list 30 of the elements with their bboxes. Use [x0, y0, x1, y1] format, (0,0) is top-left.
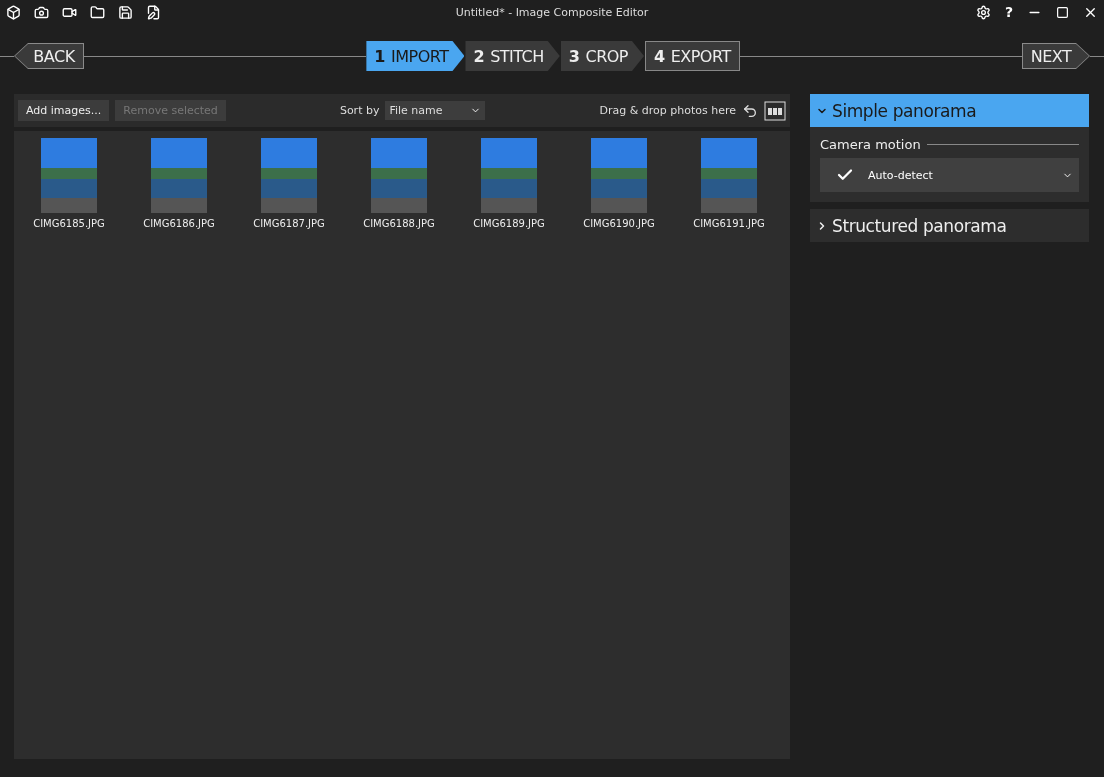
cube-icon[interactable]: [6, 4, 21, 20]
file-name: CIMG6189.JPG: [473, 218, 545, 229]
folder-icon[interactable]: [90, 4, 105, 20]
next-button[interactable]: NEXT: [1022, 43, 1090, 69]
step-tab[interactable]: 2 STITCH: [465, 41, 560, 71]
step-tab[interactable]: 1 IMPORT: [366, 41, 465, 71]
file-name: CIMG6185.JPG: [33, 218, 105, 229]
curved-arrow-icon: [742, 102, 758, 119]
file-edit-icon[interactable]: [146, 4, 161, 20]
sort-dropdown[interactable]: File name: [385, 101, 486, 120]
file-name: CIMG6188.JPG: [363, 218, 435, 229]
window-icon: [764, 100, 786, 121]
settings-icon[interactable]: [975, 4, 991, 20]
back-button[interactable]: BACK: [14, 43, 84, 69]
add-images-button[interactable]: Add images...: [18, 100, 110, 121]
help-button[interactable]: ?: [1004, 4, 1013, 20]
window-title: Untitled* - Image Composite Editor: [455, 5, 649, 19]
section-header[interactable]: Simple panorama: [810, 94, 1089, 127]
maximize-icon[interactable]: [1056, 5, 1069, 19]
step-tab[interactable]: 3 CROP: [560, 41, 644, 71]
field-label: Camera motion: [820, 137, 921, 152]
file-name: CIMG6186.JPG: [143, 218, 215, 229]
step-tab[interactable]: 4 EXPORT: [645, 41, 740, 71]
sort-label: Sort by: [339, 104, 380, 117]
file-name: CIMG6190.JPG: [583, 218, 655, 229]
camera-motion-dropdown[interactable]: Auto-detect: [820, 158, 1079, 192]
file-name: CIMG6187.JPG: [253, 218, 325, 229]
file-name: CIMG6191.JPG: [693, 218, 765, 229]
save-icon[interactable]: [118, 4, 133, 20]
drop-hint: Drag & drop photos here: [599, 104, 736, 117]
